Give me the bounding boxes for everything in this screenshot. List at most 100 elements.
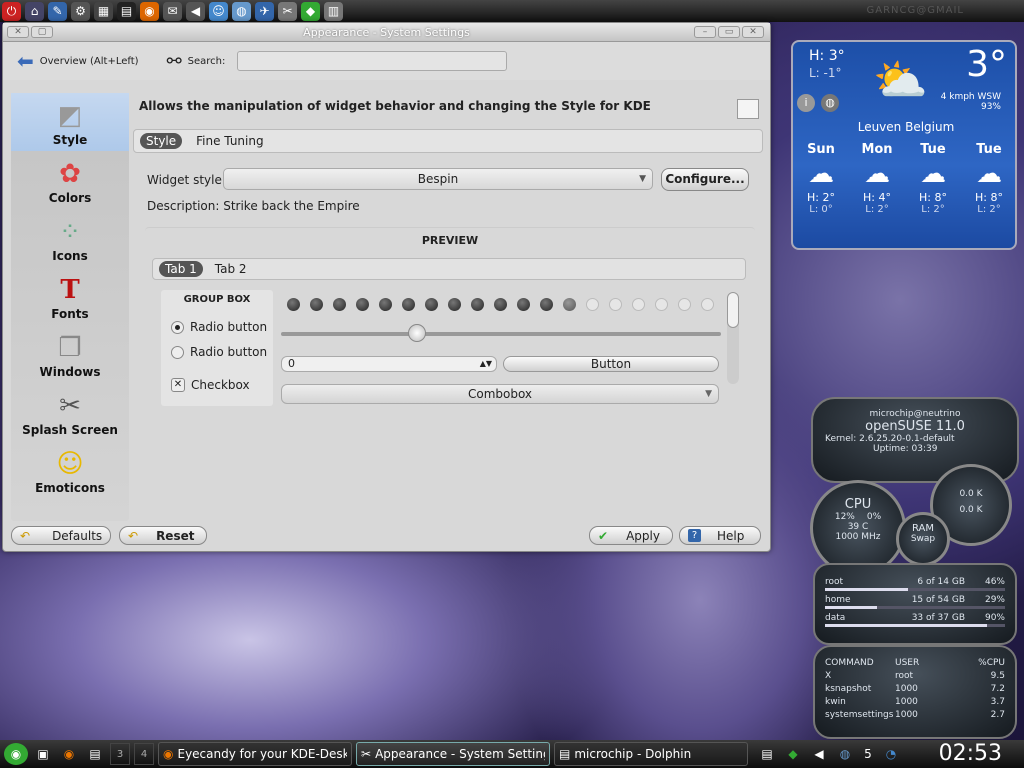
tab-fine-tuning[interactable]: Fine Tuning	[190, 133, 269, 149]
window-titlebar[interactable]: ✕ ▢ Appearance - System Settings – ▭ ✕	[3, 23, 770, 42]
slider-track[interactable]	[281, 332, 721, 336]
apply-label: Apply	[626, 528, 660, 543]
process-user: 1000	[895, 684, 918, 694]
chevron-down-icon: ▼	[705, 389, 712, 399]
disk-bar-fill	[825, 606, 878, 609]
sidebar-item-fonts[interactable]: T Fonts	[11, 267, 129, 325]
splash-icon: ✂	[59, 391, 81, 421]
update-icon[interactable]: ◔	[880, 743, 902, 765]
desktop-icon[interactable]: ▣	[32, 743, 54, 765]
tray-count[interactable]: 5	[860, 743, 876, 765]
trash-icon[interactable]: ▥	[324, 1, 343, 21]
preview-tab-2[interactable]: Tab 2	[209, 261, 253, 277]
progress-dot	[494, 298, 507, 311]
spin-box[interactable]: 0 ▲▼	[281, 356, 497, 372]
tools-icon: ✂	[361, 747, 372, 761]
back-arrow-icon[interactable]: ⬅	[17, 49, 34, 73]
sidebar-item-icons[interactable]: ⁘ Icons	[11, 209, 129, 267]
maximize-button[interactable]: ▭	[718, 26, 740, 38]
help-button[interactable]: ? Help	[679, 526, 761, 545]
process-cpu: 7.2	[990, 684, 1005, 694]
tools-icon[interactable]: ✂	[278, 1, 297, 21]
slider-handle[interactable]	[408, 324, 427, 342]
nvidia-icon[interactable]: ◆	[782, 743, 804, 765]
search-input[interactable]	[237, 51, 508, 71]
disk-percent: 90%	[984, 613, 1005, 623]
info-icon[interactable]: i	[797, 94, 815, 112]
radio-button-1[interactable]: Radio button	[171, 320, 267, 334]
task-system-settings[interactable]: ✂ Appearance - System Settings	[356, 742, 550, 766]
progress-dot	[333, 298, 346, 311]
process-row: X root 9.5	[815, 671, 1015, 681]
forecast-day-name: Sun	[807, 142, 835, 157]
apply-button[interactable]: ✔ Apply	[589, 526, 673, 545]
sidebar-item-label: Style	[52, 133, 88, 147]
module-icon	[737, 99, 759, 119]
group-box-title: GROUP BOX	[183, 294, 251, 305]
tab-style[interactable]: Style	[140, 133, 183, 149]
folder-icon[interactable]: ▤	[84, 743, 106, 765]
globe-icon[interactable]: ◍	[821, 94, 839, 112]
network-icon[interactable]: ◍	[834, 743, 856, 765]
volume-icon[interactable]: ◀	[808, 743, 830, 765]
terminal-icon[interactable]: ▤	[756, 743, 778, 765]
widget-style-combobox[interactable]: Bespin ▼	[223, 168, 653, 190]
settings-icon[interactable]: ⚙	[71, 1, 90, 21]
disk-name: home	[825, 595, 851, 605]
kernel-version: Kernel: 2.6.25.20-0.1-default	[825, 434, 955, 444]
chat-icon[interactable]: ☺	[209, 1, 228, 21]
home-icon[interactable]: ⌂	[25, 1, 44, 21]
sidebar-item-splash-screen[interactable]: ✂ Splash Screen	[11, 383, 129, 441]
forecast-high: H: 8°	[919, 191, 947, 204]
overview-button[interactable]: Overview (Alt+Left)	[40, 56, 139, 67]
preview-combobox[interactable]: Combobox ▼	[281, 384, 719, 404]
terminal-icon[interactable]: ▤	[117, 1, 136, 21]
globe-icon[interactable]: ◍	[232, 1, 251, 21]
progress-dot	[310, 298, 323, 311]
process-list-widget: COMMAND USER %CPU X root 9.5 ksnapshot 1…	[813, 645, 1017, 739]
preview-tab-1[interactable]: Tab 1	[159, 261, 203, 277]
cpu-label: CPU	[844, 497, 872, 512]
desktop-3[interactable]: 3	[110, 743, 130, 765]
power-icon[interactable]: ⏻	[2, 1, 21, 21]
sidebar-item-style[interactable]: ◩ Style	[11, 93, 129, 151]
network-up: 0.0 K	[959, 505, 983, 515]
progress-dot	[632, 298, 645, 311]
close-button[interactable]: ✕	[742, 26, 764, 38]
progress-dot	[701, 298, 714, 311]
preview-button[interactable]: Button	[503, 356, 719, 372]
window-menu-button[interactable]: ✕	[7, 26, 29, 38]
sidebar-item-colors[interactable]: ✿ Colors	[11, 151, 129, 209]
task-firefox[interactable]: ◉ Eyecandy for your KDE-Deskto	[158, 742, 352, 766]
radio-button-2[interactable]: Radio button	[171, 345, 267, 359]
defaults-button[interactable]: ↶ Defaults	[11, 526, 111, 545]
start-menu-icon[interactable]: ◉	[4, 743, 28, 765]
progress-dot	[448, 298, 461, 311]
scrollbar-thumb[interactable]	[727, 292, 739, 328]
checkbox[interactable]: ✕ Checkbox	[171, 378, 250, 392]
reset-button[interactable]: ↶ Reset	[119, 526, 207, 545]
film-icon[interactable]: ▦	[94, 1, 113, 21]
firefox-icon[interactable]: ◉	[58, 743, 80, 765]
emoticons-icon: ☺	[56, 449, 84, 479]
nvidia-icon[interactable]: ◆	[301, 1, 320, 21]
desktop-4[interactable]: 4	[134, 743, 154, 765]
clock[interactable]: 02:53	[939, 741, 1002, 766]
network-icon[interactable]: ✈	[255, 1, 274, 21]
configure-button[interactable]: Configure...	[661, 168, 749, 191]
task-dolphin[interactable]: ▤ microchip - Dolphin	[554, 742, 748, 766]
minimize-button[interactable]: –	[694, 26, 716, 38]
sidebar-item-windows[interactable]: ❐ Windows	[11, 325, 129, 383]
sticky-button[interactable]: ▢	[31, 26, 53, 38]
kde-icon[interactable]: ✎	[48, 1, 67, 21]
firefox-icon[interactable]: ◉	[140, 1, 159, 21]
spin-arrows-icon[interactable]: ▲▼	[480, 357, 492, 371]
reset-label: Reset	[156, 528, 195, 543]
mail-icon[interactable]: ✉	[163, 1, 182, 21]
megaphone-icon[interactable]: ◀	[186, 1, 205, 21]
progress-dot	[425, 298, 438, 311]
disk-usage: 33 of 37 GB	[911, 613, 965, 623]
cpu-core2: 0%	[866, 512, 882, 522]
forecast-day-name: Mon	[861, 142, 893, 157]
sidebar-item-emoticons[interactable]: ☺ Emoticons	[11, 441, 129, 499]
